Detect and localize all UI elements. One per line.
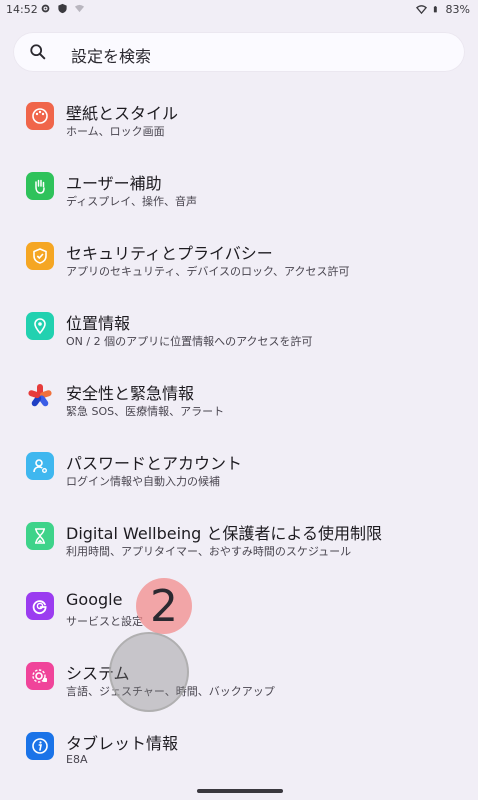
settings-item-digital-wellbeing[interactable]: Digital Wellbeing と保護者による使用制限 利用時間、アプリタイ… <box>0 508 478 578</box>
settings-item-wallpaper[interactable]: 壁紙とスタイル ホーム、ロック画面 <box>0 88 478 158</box>
step-number-badge: 2 <box>136 578 192 634</box>
settings-item-subtitle: ログイン情報や自動入力の候補 <box>66 475 220 488</box>
gear-icon <box>41 4 50 13</box>
settings-item-subtitle: 利用時間、アプリタイマー、おやすみ時間のスケジュール <box>66 545 352 558</box>
info-icon <box>26 732 54 760</box>
system-gear-icon <box>26 662 54 690</box>
settings-item-tablet-info[interactable]: タブレット情報 E8A <box>0 718 478 788</box>
search-placeholder: 設定を検索 <box>71 47 152 66</box>
settings-item-title: Digital Wellbeing と保護者による使用制限 <box>66 524 382 543</box>
shield-status-icon <box>58 3 67 14</box>
settings-item-title: Google <box>66 590 123 609</box>
gesture-navigation-bar[interactable] <box>197 789 283 793</box>
battery-percent: 83% <box>445 3 470 16</box>
settings-item-google[interactable]: Google サービスと設定 <box>0 578 478 648</box>
wifi-off-icon <box>74 4 85 13</box>
settings-item-subtitle: 緊急 SOS、医療情報、アラート <box>66 405 225 418</box>
settings-item-safety[interactable]: 安全性と緊急情報 緊急 SOS、医療情報、アラート <box>0 368 478 438</box>
settings-item-passwords[interactable]: パスワードとアカウント ログイン情報や自動入力の候補 <box>0 438 478 508</box>
google-icon <box>26 592 54 620</box>
wifi-icon <box>415 5 427 15</box>
battery-icon <box>433 6 437 13</box>
settings-item-security[interactable]: セキュリティとプライバシー アプリのセキュリティ、デバイスのロック、アクセス許可 <box>0 228 478 298</box>
settings-item-title: 壁紙とスタイル <box>66 104 179 123</box>
settings-item-subtitle: ホーム、ロック画面 <box>66 125 165 138</box>
settings-item-title: タブレット情報 <box>66 734 179 753</box>
location-pin-icon <box>26 312 54 340</box>
settings-item-system[interactable]: システム 言語、ジェスチャー、時間、バックアップ <box>0 648 478 718</box>
hourglass-icon <box>26 522 54 550</box>
search-icon <box>30 44 46 60</box>
settings-item-subtitle: サービスと設定 <box>66 615 143 628</box>
settings-item-title: 位置情報 <box>66 314 131 333</box>
settings-item-accessibility[interactable]: ユーザー補助 ディスプレイ、操作、音声 <box>0 158 478 228</box>
status-time: 14:52 <box>6 3 38 16</box>
status-bar: 14:52 83% <box>0 0 478 20</box>
settings-item-title: ユーザー補助 <box>66 174 162 193</box>
emergency-asterisk-icon <box>26 382 54 410</box>
shield-icon <box>26 242 54 270</box>
settings-item-subtitle: ディスプレイ、操作、音声 <box>66 195 198 208</box>
settings-item-title: 安全性と緊急情報 <box>66 384 195 403</box>
touch-indicator <box>109 632 189 712</box>
settings-item-title: パスワードとアカウント <box>66 454 243 473</box>
settings-item-location[interactable]: 位置情報 ON / 2 個のアプリに位置情報へのアクセスを許可 <box>0 298 478 368</box>
settings-item-subtitle: アプリのセキュリティ、デバイスのロック、アクセス許可 <box>66 265 350 278</box>
settings-item-subtitle: ON / 2 個のアプリに位置情報へのアクセスを許可 <box>66 335 313 348</box>
search-bar[interactable]: 設定を検索 <box>13 32 465 72</box>
hand-icon <box>26 172 54 200</box>
account-icon <box>26 452 54 480</box>
settings-list: 壁紙とスタイル ホーム、ロック画面 ユーザー補助 ディスプレイ、操作、音声 セキ… <box>0 88 478 788</box>
settings-item-subtitle: E8A <box>66 753 88 766</box>
settings-item-title: セキュリティとプライバシー <box>66 244 273 263</box>
palette-icon <box>26 102 54 130</box>
